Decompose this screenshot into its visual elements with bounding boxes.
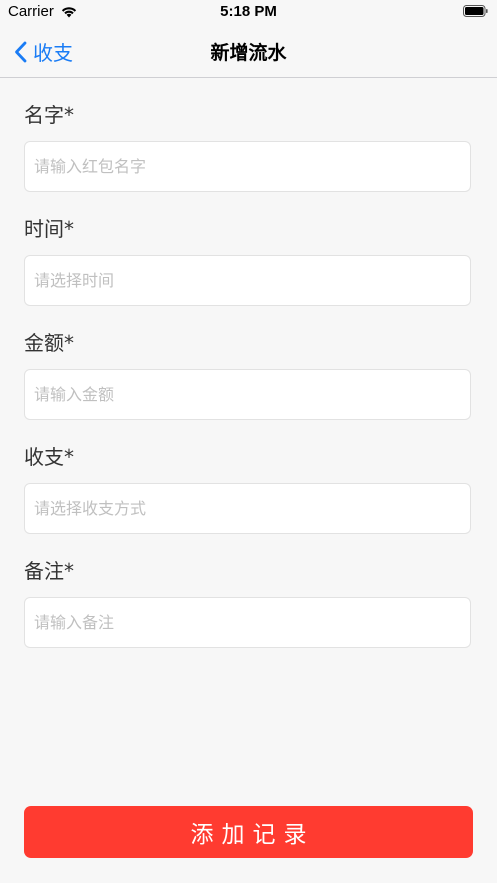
status-bar: Carrier 5:18 PM <box>0 0 497 24</box>
transaction-form: 名字* 时间* 金额* 收支* 备注* <box>24 78 473 648</box>
time-label: 时间* <box>24 217 74 241</box>
type-label: 收支* <box>24 445 74 469</box>
battery-icon <box>463 5 488 17</box>
status-time: 5:18 PM <box>220 3 277 20</box>
note-label: 备注* <box>24 559 74 583</box>
note-input[interactable] <box>24 597 471 648</box>
navigation-bar: 收支 新增流水 <box>0 24 497 78</box>
name-input[interactable] <box>24 141 471 192</box>
page-title: 新增流水 <box>210 42 287 64</box>
time-picker-input[interactable] <box>24 255 471 306</box>
amount-label: 金额* <box>24 331 74 355</box>
name-label: 名字* <box>24 103 74 127</box>
income-expense-type-input[interactable] <box>24 483 471 534</box>
amount-input[interactable] <box>24 369 471 420</box>
add-record-button[interactable]: 添加记录 <box>24 806 473 858</box>
